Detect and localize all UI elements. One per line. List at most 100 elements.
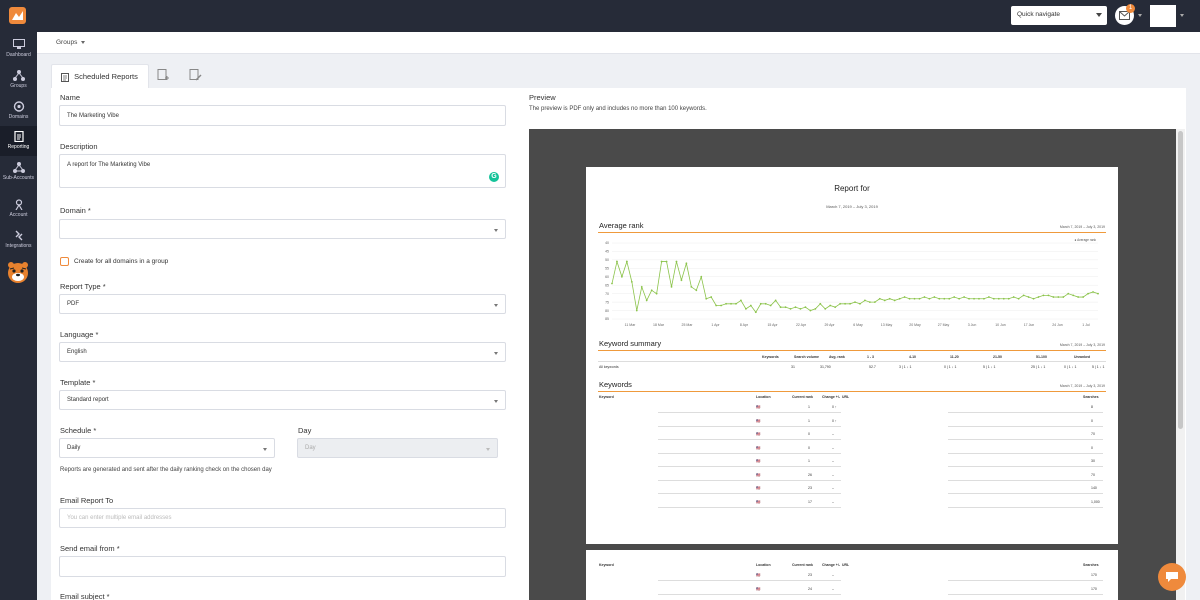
description-textarea[interactable]: A report for The Marketing Vibe — [59, 154, 506, 188]
flag-icon: 🇺🇸 — [756, 486, 761, 490]
summary-cell: 3 | 1 ↓ 1 — [899, 365, 912, 369]
domain-select[interactable] — [59, 219, 506, 239]
data-point — [1087, 292, 1089, 295]
pdf-page-1: Report for March 7, 2019 – July 3, 2019 … — [586, 167, 1118, 544]
breadcrumb[interactable]: Groups — [56, 39, 86, 46]
name-input[interactable]: The Marketing Vibe — [59, 105, 506, 126]
pdf-preview-viewer[interactable]: Report for March 7, 2019 – July 3, 2019 … — [529, 129, 1176, 600]
data-point — [789, 307, 792, 310]
summary-header: Avg. rank — [829, 355, 845, 359]
preview-scrollbar-thumb[interactable] — [1178, 131, 1183, 429]
data-point — [715, 304, 718, 307]
sidebar-item-label: Dashboard — [6, 52, 31, 58]
grammarly-icon[interactable]: G — [489, 172, 499, 182]
data-point — [625, 260, 628, 263]
row-divider — [948, 506, 1103, 508]
x-tick-label: 8 Apr — [740, 323, 749, 327]
keywords-header: Current rank — [792, 563, 814, 567]
row-divider — [658, 452, 748, 454]
report-title: Report for — [834, 184, 870, 193]
row-divider — [746, 493, 841, 494]
x-tick-label: 18 Mar — [653, 323, 665, 327]
language-select[interactable]: English — [59, 342, 506, 362]
summary-header: 1 - 3 — [867, 355, 875, 359]
rank-change: – — [832, 486, 834, 490]
data-point — [943, 297, 946, 300]
data-point — [725, 302, 727, 305]
avg-rank-heading: Average rank — [599, 221, 644, 230]
rank-change: – — [832, 432, 834, 436]
tab-scheduled-reports[interactable]: Scheduled Reports — [51, 64, 149, 88]
email-to-input[interactable]: You can enter multiple email addresses — [59, 508, 506, 528]
app-logo-icon[interactable] — [9, 7, 26, 24]
report-type-select[interactable]: PDF — [59, 294, 506, 314]
y-tick-label: 80 — [605, 309, 609, 313]
searches: 8 — [1091, 405, 1093, 409]
row-divider — [948, 439, 1103, 440]
sidebar-item-reporting[interactable]: Reporting — [0, 126, 37, 156]
schedule-select[interactable]: Daily — [59, 438, 275, 458]
chat-button[interactable] — [1158, 563, 1186, 591]
chat-bubble-icon — [1166, 572, 1178, 582]
data-point — [635, 309, 638, 312]
flag-icon: 🇺🇸 — [756, 573, 761, 577]
keywords-header: Change +/- — [822, 563, 840, 567]
sidebar-item-groups[interactable]: Groups — [0, 65, 37, 95]
create-all-domains-checkbox[interactable] — [60, 257, 69, 266]
summary-header: 11-20 — [950, 355, 959, 359]
data-point — [873, 301, 876, 304]
section-divider — [598, 350, 1106, 351]
tab-edit-report[interactable] — [189, 64, 211, 88]
data-point — [799, 307, 802, 310]
summary-cell: 31 — [791, 365, 795, 369]
row-divider — [658, 439, 748, 440]
data-point — [839, 302, 842, 305]
chevron-down-icon[interactable] — [1138, 14, 1142, 17]
send-from-input[interactable] — [59, 556, 506, 577]
data-point — [1067, 292, 1070, 295]
flag-icon: 🇺🇸 — [756, 445, 761, 450]
data-point — [963, 296, 966, 298]
day-value: Day — [305, 445, 316, 451]
data-point — [690, 286, 693, 288]
day-select[interactable]: Day — [297, 438, 498, 458]
keywords-date: March 7, 2019 – July 3, 2019 — [1059, 384, 1105, 388]
row-divider — [948, 479, 1103, 481]
table-divider — [598, 361, 1106, 362]
data-point — [749, 304, 752, 307]
sidebar-item-dashboard[interactable]: Dashboard — [0, 34, 37, 64]
searches: 1,000 — [1091, 499, 1100, 504]
sidebar-item-integrations[interactable]: Integrations — [0, 225, 37, 255]
sidebar-item-label: Domains — [8, 114, 29, 120]
sidebar-item-account[interactable]: Account — [0, 194, 37, 224]
data-point — [774, 299, 777, 302]
searches: 30 — [1091, 459, 1095, 463]
quick-navigate-select[interactable]: Quick navigate — [1011, 6, 1107, 25]
template-select[interactable]: Standard report — [59, 390, 506, 410]
schedule-help-text: Reports are generated and sent after the… — [60, 467, 272, 473]
data-point — [829, 304, 832, 307]
sidebar-item-domains[interactable]: Domains — [0, 96, 37, 126]
data-point — [655, 292, 658, 295]
x-tick-label: 24 Jun — [1052, 323, 1063, 327]
user-avatar[interactable] — [1150, 5, 1176, 27]
current-rank: 1 — [808, 418, 810, 423]
network-icon — [12, 162, 25, 173]
searches: 170 — [1091, 573, 1097, 577]
chevron-down-icon[interactable] — [1180, 14, 1184, 17]
x-tick-label: 25 Mar — [682, 323, 694, 327]
data-point — [978, 297, 980, 300]
summary-cell: 0 | 1 ↓ 1 — [944, 365, 957, 369]
data-point — [779, 306, 782, 309]
data-point — [710, 296, 713, 298]
chevron-down-icon — [486, 448, 490, 451]
preview-subtitle: The preview is PDF only and includes no … — [529, 106, 707, 112]
sidebar-item-sub-accounts[interactable]: Sub-Accounts — [0, 157, 37, 191]
sidebar-item-label: Sub-Accounts — [2, 175, 35, 181]
chart-legend: ● Average rank — [1074, 238, 1096, 242]
rank-change: 0 ↑ — [832, 405, 837, 409]
subject-label: Email subject * — [60, 592, 110, 600]
data-point — [819, 302, 822, 305]
data-point — [844, 302, 846, 305]
tab-new-report[interactable] — [157, 64, 179, 88]
